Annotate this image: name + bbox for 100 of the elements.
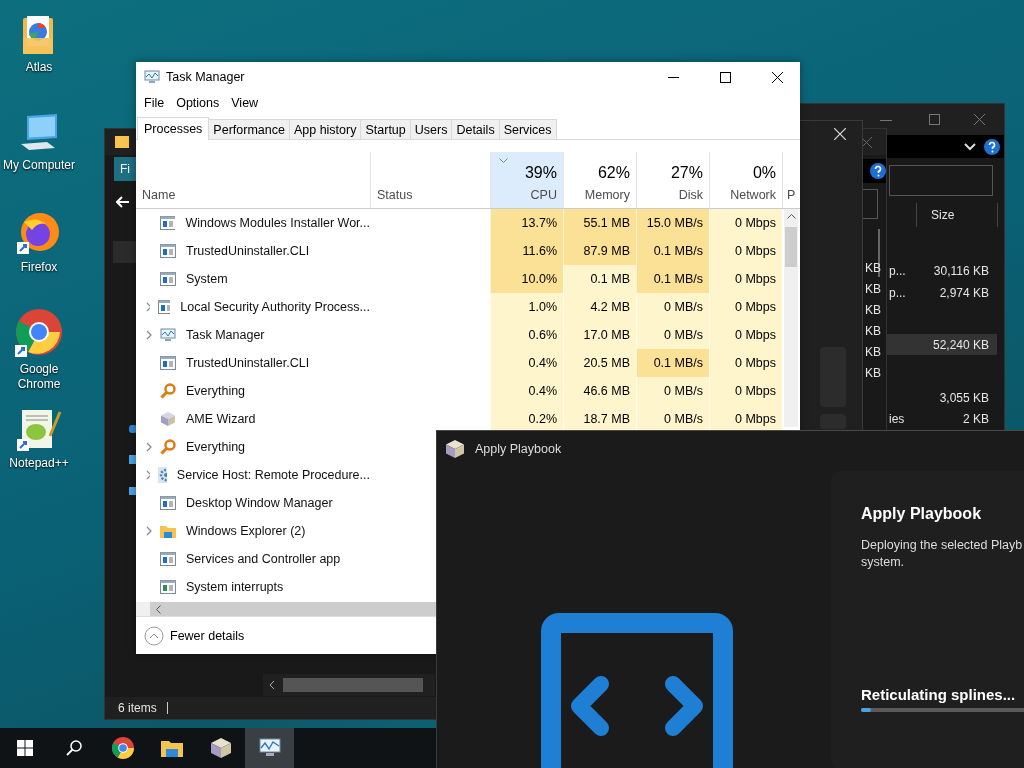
process-row[interactable]: Task Manager <box>136 321 370 349</box>
tab[interactable]: Processes <box>137 117 210 140</box>
help-icon[interactable] <box>984 139 1000 155</box>
nav-item[interactable] <box>113 241 137 263</box>
process-row[interactable]: Everything <box>136 433 370 461</box>
desktop-shortcut[interactable]: Google Chrome <box>0 304 78 402</box>
monitor-chart-icon <box>160 328 176 342</box>
tab[interactable]: App history <box>288 119 362 139</box>
usage-cell: 0 Mbps <box>709 377 782 405</box>
scrollbar[interactable] <box>878 229 880 277</box>
search-icon <box>65 740 82 756</box>
monitor-chart-icon <box>144 70 160 84</box>
scroll-left-icon[interactable] <box>156 604 161 614</box>
ribbon-tab[interactable]: Fi <box>114 157 136 181</box>
expand-chevron-icon[interactable] <box>146 442 152 452</box>
card-heading: Apply Playbook <box>861 505 983 523</box>
usage-cell: 15.0 MB/s <box>636 209 709 237</box>
usage-cell: 11.6% <box>490 237 563 265</box>
menu-item[interactable]: View <box>225 94 265 112</box>
process-row[interactable]: Desktop Window Manager <box>136 489 370 517</box>
column-header[interactable]: 0% Network <box>709 152 782 208</box>
maximize-icon <box>719 71 731 83</box>
process-row[interactable]: TrustedUninstaller.CLI <box>136 349 370 377</box>
usage-cell: 0.1 MB/s <box>636 265 709 293</box>
tab[interactable]: Details <box>451 119 500 139</box>
tab[interactable]: Users <box>409 119 453 139</box>
usage-cell: 20.5 MB <box>563 349 636 377</box>
scroll-up-icon[interactable] <box>786 214 796 219</box>
process-row[interactable]: Windows Modules Installer Wor... <box>136 209 370 237</box>
chevron-down-icon[interactable] <box>964 143 976 151</box>
usage-cell: 0.1 MB/s <box>636 349 709 377</box>
window-title: Apply Playbook <box>475 442 562 456</box>
back-arrow-icon[interactable] <box>116 196 130 208</box>
desktop-shortcut[interactable]: Atlas <box>0 10 78 108</box>
search-field[interactable] <box>889 165 993 196</box>
description-line: Deploying the selected Playb <box>861 537 1024 554</box>
window-icon <box>160 552 176 566</box>
scrollbar[interactable] <box>263 674 435 696</box>
process-row[interactable]: System <box>136 265 370 293</box>
expand-chevron-icon[interactable] <box>146 302 151 312</box>
option-tile[interactable] <box>820 414 846 429</box>
cube-icon <box>445 439 465 459</box>
expand-chevron-icon[interactable] <box>146 470 150 480</box>
window-title: Task Manager <box>166 70 245 84</box>
minimize-icon <box>667 76 679 78</box>
file-size: KB <box>865 302 881 319</box>
process-row[interactable]: System interrupts <box>136 573 370 601</box>
process-row[interactable]: AME Wizard <box>136 405 370 433</box>
taskbar-button[interactable] <box>245 728 294 768</box>
usage-cell: 0 Mbps <box>709 349 782 377</box>
desktop-shortcut[interactable]: Firefox <box>0 206 78 304</box>
column-header[interactable]: 62% Memory <box>563 152 636 208</box>
desktop-shortcut[interactable]: Notepad++ <box>0 402 78 500</box>
menu-item[interactable]: File <box>138 94 171 112</box>
column-header[interactable]: Name <box>136 152 370 208</box>
file-size: KB <box>865 260 881 277</box>
process-row[interactable]: Services and Controller app <box>136 545 370 573</box>
fewer-details-button[interactable]: Fewer details <box>144 625 245 646</box>
process-row[interactable]: TrustedUninstaller.CLI <box>136 237 370 265</box>
status-text: Reticulating splines... <box>861 686 1017 703</box>
usage-cell: 55.1 MB <box>563 209 636 237</box>
menu-item[interactable]: Options <box>170 94 226 112</box>
expand-chevron-icon[interactable] <box>146 330 152 340</box>
scroll-left-icon[interactable] <box>269 680 275 690</box>
scroll-thumb[interactable] <box>785 227 797 267</box>
help-icon[interactable] <box>870 163 886 179</box>
minimize-icon[interactable] <box>880 120 892 122</box>
usage-cell: 0 MB/s <box>636 321 709 349</box>
close-icon <box>771 71 783 83</box>
tab[interactable]: Services <box>498 119 557 139</box>
column-header[interactable]: 27% Disk <box>636 152 709 208</box>
expand-chevron-icon[interactable] <box>146 526 152 536</box>
column-header[interactable]: 39% CPU <box>490 152 563 208</box>
scrollbar[interactable] <box>784 209 798 427</box>
column-header[interactable]: Size <box>931 208 955 222</box>
window-icon <box>160 272 176 286</box>
file-size: KB <box>865 281 881 298</box>
usage-cell: 0.1 MB/s <box>636 237 709 265</box>
usage-cell: 0 Mbps <box>709 405 782 433</box>
usage-cell: 1.0% <box>490 293 563 321</box>
process-row[interactable]: Service Host: Remote Procedure... <box>136 461 370 489</box>
usage-cell: 17.0 MB <box>563 321 636 349</box>
cube-icon <box>209 737 232 759</box>
usage-cell: 0 Mbps <box>709 293 782 321</box>
browser-icon <box>14 308 64 358</box>
desktop-shortcut[interactable]: My Computer <box>0 108 78 206</box>
scrollbar[interactable] <box>136 602 436 616</box>
folder-icon <box>160 739 183 757</box>
tab[interactable]: Performance <box>208 119 290 139</box>
item-count: 6 items <box>118 701 157 715</box>
cube-icon <box>160 411 176 427</box>
tab[interactable]: Startup <box>360 119 411 139</box>
process-row[interactable]: Local Security Authority Process... <box>136 293 370 321</box>
process-row[interactable]: Everything <box>136 377 370 405</box>
process-row[interactable]: Windows Explorer (2) <box>136 517 370 545</box>
column-header[interactable]: P <box>782 152 800 208</box>
usage-cell: 0 MB/s <box>636 293 709 321</box>
description-line: system. <box>861 554 906 571</box>
globe-icon <box>16 210 62 256</box>
maximize-icon[interactable] <box>929 114 940 125</box>
